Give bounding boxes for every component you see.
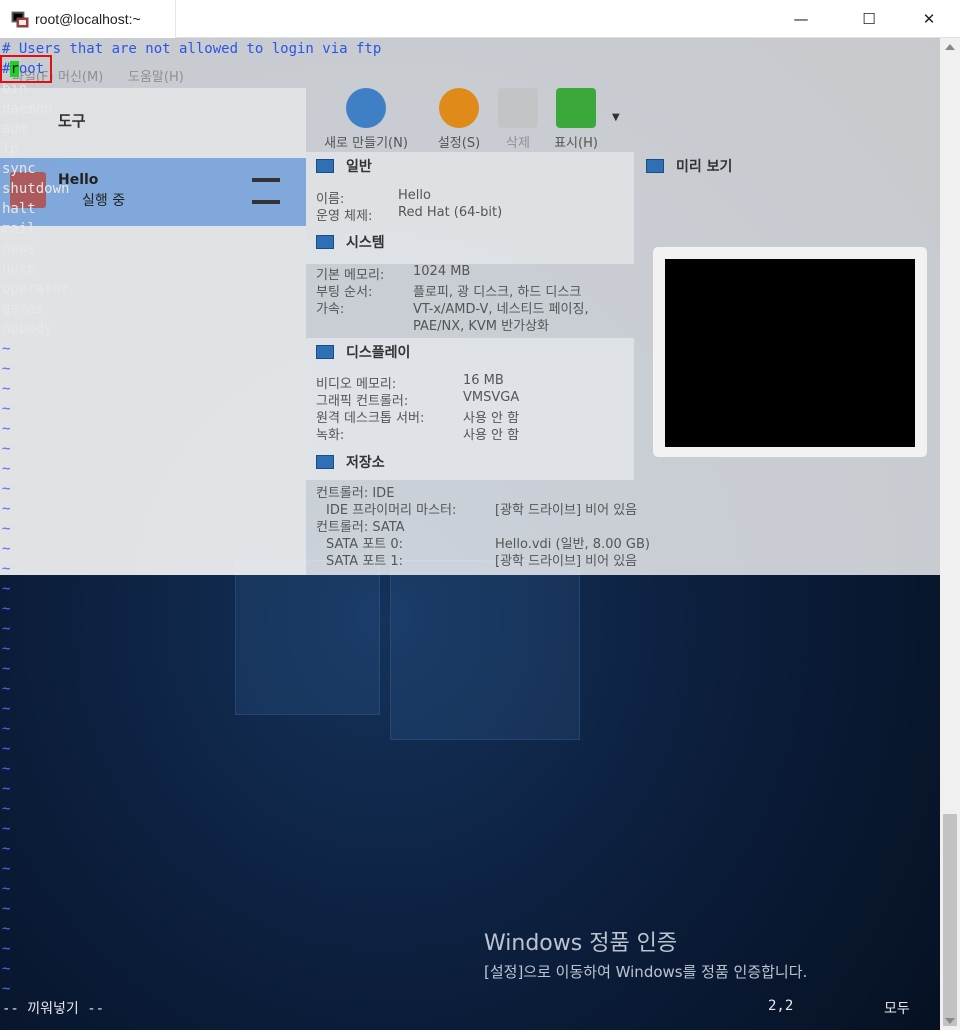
highlight-box bbox=[0, 55, 52, 83]
terminal-line: shutdown bbox=[2, 181, 70, 197]
terminal-line: operator bbox=[2, 281, 70, 297]
cursor-position: 2,2 bbox=[768, 998, 794, 1014]
tilde-line: ~ bbox=[2, 741, 11, 757]
tilde-line: ~ bbox=[2, 881, 11, 897]
terminal-titlebar[interactable]: root@localhost:~ — ☐ ✕ bbox=[0, 0, 960, 38]
tilde-line: ~ bbox=[2, 381, 11, 397]
terminal-lines: bin daemon adm lp sync shutdown halt mail news uu… bbox=[2, 79, 940, 339]
maximize-button[interactable]: ☐ bbox=[846, 0, 892, 38]
tilde-line: ~ bbox=[2, 861, 11, 877]
tilde-line: ~ bbox=[2, 721, 11, 737]
scroll-position: 모두 bbox=[884, 1001, 910, 1017]
tilde-line: ~ bbox=[2, 941, 11, 957]
comment-line: # Users that are not allowed to login vi… bbox=[2, 41, 382, 57]
terminal-line: uucp bbox=[2, 261, 36, 277]
terminal-line: adm bbox=[2, 121, 28, 137]
tilde-line: ~ bbox=[2, 921, 11, 937]
terminal-scrollbar[interactable] bbox=[940, 38, 960, 1030]
tilde-line: ~ bbox=[2, 501, 11, 517]
putty-terminal-icon bbox=[11, 10, 29, 28]
terminal-line: bin bbox=[2, 81, 28, 97]
terminal-line: daemon bbox=[2, 101, 53, 117]
tilde-line: ~ bbox=[2, 641, 11, 657]
tilde-line: ~ bbox=[2, 661, 11, 677]
tilde-line: ~ bbox=[2, 581, 11, 597]
maximize-icon: ☐ bbox=[862, 10, 876, 28]
tilde-line: ~ bbox=[2, 561, 11, 577]
tilde-line: ~ bbox=[2, 481, 11, 497]
terminal-line: lp bbox=[2, 141, 19, 157]
tilde-line: ~ bbox=[2, 521, 11, 537]
tilde-line: ~ bbox=[2, 801, 11, 817]
terminal-content[interactable]: # Users that are not allowed to login vi… bbox=[0, 38, 940, 1030]
minimize-button[interactable]: — bbox=[778, 0, 824, 38]
tilde-line: ~ bbox=[2, 981, 11, 997]
scroll-thumb[interactable] bbox=[943, 814, 957, 1026]
tilde-line: ~ bbox=[2, 961, 11, 977]
minimize-icon: — bbox=[793, 10, 809, 28]
cursor-line: #root bbox=[2, 59, 940, 79]
tilde-line: ~ bbox=[2, 541, 11, 557]
tilde-line: ~ bbox=[2, 401, 11, 417]
terminal-tab[interactable]: root@localhost:~ bbox=[0, 0, 176, 38]
terminal-line: news bbox=[2, 241, 36, 257]
scroll-down-icon[interactable] bbox=[945, 1018, 955, 1024]
tilde-line: ~ bbox=[2, 461, 11, 477]
close-icon: ✕ bbox=[922, 10, 936, 28]
empty-line-markers: ~ ~ ~ ~ ~ ~ ~ ~ ~ ~ ~ ~ ~ ~ ~ ~ ~ ~ ~ ~ ~ ~ ~ ~ ~ ~ ~ ~ ~ ~ ~ ~ ~ bbox=[2, 339, 940, 999]
tilde-line: ~ bbox=[2, 781, 11, 797]
tilde-line: ~ bbox=[2, 681, 11, 697]
tilde-line: ~ bbox=[2, 601, 11, 617]
tilde-line: ~ bbox=[2, 341, 11, 357]
tilde-line: ~ bbox=[2, 701, 11, 717]
window-title: root@localhost:~ bbox=[35, 10, 141, 27]
terminal-line: sync bbox=[2, 161, 36, 177]
vim-status-line: -- 끼워넣기 -- 2,2 모두 bbox=[2, 998, 918, 1018]
tilde-line: ~ bbox=[2, 621, 11, 637]
vim-mode: -- 끼워넣기 -- bbox=[2, 1001, 105, 1017]
tilde-line: ~ bbox=[2, 441, 11, 457]
scroll-up-icon[interactable] bbox=[945, 44, 955, 50]
tilde-line: ~ bbox=[2, 841, 11, 857]
terminal-line: halt bbox=[2, 201, 36, 217]
close-button[interactable]: ✕ bbox=[906, 0, 952, 38]
tilde-line: ~ bbox=[2, 761, 11, 777]
tilde-line: ~ bbox=[2, 421, 11, 437]
terminal-line: games bbox=[2, 301, 45, 317]
tilde-line: ~ bbox=[2, 821, 11, 837]
terminal-line: mail bbox=[2, 221, 36, 237]
terminal-line: nobody bbox=[2, 321, 53, 337]
tilde-line: ~ bbox=[2, 901, 11, 917]
tilde-line: ~ bbox=[2, 361, 11, 377]
